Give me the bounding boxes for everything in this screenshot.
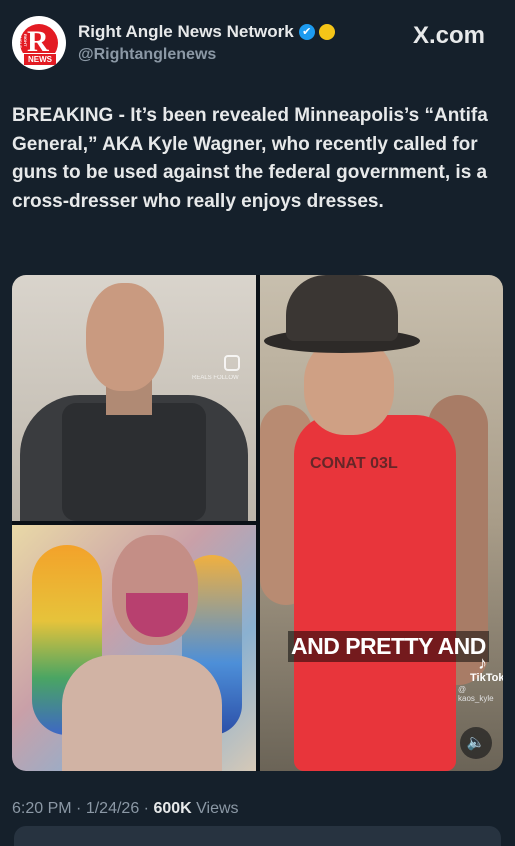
tweet-time[interactable]: 6:20 PM xyxy=(12,800,72,817)
media-grid: REALS FOLLOW CONAT 03L AND PRETTY AND ♪ … xyxy=(12,275,503,771)
avatar-news-label: NEWS xyxy=(23,53,57,66)
image-watermark: REALS FOLLOW xyxy=(192,375,239,381)
account-handle[interactable]: @Rightanglenews xyxy=(78,46,216,64)
instagram-icon xyxy=(224,355,240,371)
media-video[interactable]: CONAT 03L AND PRETTY AND ♪ TikTok @ kaos… xyxy=(260,275,503,771)
media-image-1[interactable]: REALS FOLLOW xyxy=(12,275,256,521)
cowboy-hat-crown xyxy=(286,275,398,341)
tactical-vest xyxy=(62,403,206,521)
tiktok-label: TikTok xyxy=(470,672,503,684)
gold-badge-icon xyxy=(318,24,335,40)
meta-separator: · xyxy=(143,800,149,817)
display-name[interactable]: Right Angle News Network xyxy=(78,22,294,42)
tweet-meta: 6:20 PM · 1/24/26 · 600K Views xyxy=(12,800,239,818)
video-caption: AND PRETTY AND xyxy=(288,631,489,662)
views-label: Views xyxy=(196,800,239,817)
views-count: 600K xyxy=(153,800,192,817)
avatar[interactable]: RIGHT ANGLE R NEWS xyxy=(12,16,66,70)
speaker-icon[interactable]: 🔈 xyxy=(460,727,492,759)
verified-badge-icon: ✔ xyxy=(298,24,315,40)
dress-text: CONAT 03L xyxy=(310,455,398,472)
tiktok-username: @ kaos_kyle xyxy=(458,685,494,703)
media-image-2[interactable] xyxy=(12,525,256,771)
person-chest xyxy=(62,655,222,771)
bald-head xyxy=(86,283,164,391)
name-row: Right Angle News Network ✔ xyxy=(78,22,335,42)
tiktok-icon: ♪ xyxy=(478,653,487,673)
tweet-date[interactable]: 1/24/26 xyxy=(86,800,139,817)
tweet-header: RIGHT ANGLE R NEWS Right Angle News Netw… xyxy=(12,14,503,72)
x-logo-icon: X.com xyxy=(412,22,485,49)
meta-separator: · xyxy=(76,800,82,817)
reply-bar[interactable] xyxy=(14,826,501,846)
tweet-text: BREAKING - It’s been revealed Minneapoli… xyxy=(12,105,488,212)
